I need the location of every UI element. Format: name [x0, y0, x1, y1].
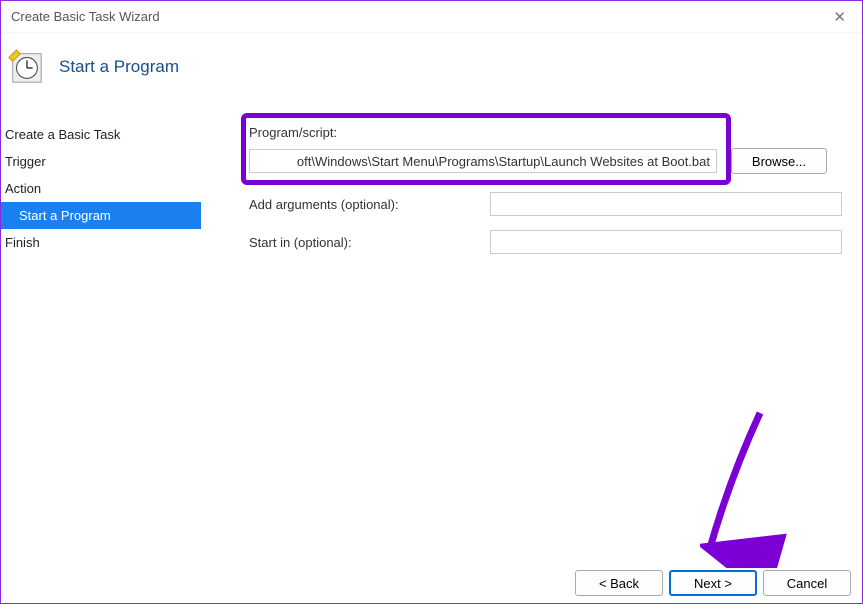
sidebar-item-start-a-program[interactable]: Start a Program	[1, 202, 201, 229]
add-arguments-label: Add arguments (optional):	[249, 197, 449, 212]
start-in-input[interactable]	[490, 230, 842, 254]
wizard-body: Create a Basic Task Trigger Action Start…	[1, 115, 862, 555]
wizard-steps-sidebar: Create a Basic Task Trigger Action Start…	[1, 115, 201, 555]
sidebar-item-create-basic-task[interactable]: Create a Basic Task	[1, 121, 201, 148]
wizard-footer: < Back Next > Cancel	[575, 570, 851, 596]
sidebar-item-finish[interactable]: Finish	[1, 229, 201, 256]
sidebar-item-action[interactable]: Action	[1, 175, 201, 202]
sidebar-item-trigger[interactable]: Trigger	[1, 148, 201, 175]
browse-button[interactable]: Browse...	[731, 148, 827, 174]
wizard-main-panel: Program/script: Browse... Add arguments …	[201, 115, 862, 555]
page-title: Start a Program	[59, 57, 179, 77]
program-script-input[interactable]	[249, 149, 717, 173]
cancel-button[interactable]: Cancel	[763, 570, 851, 596]
wizard-header: Start a Program	[1, 33, 862, 93]
back-button[interactable]: < Back	[575, 570, 663, 596]
program-script-label: Program/script:	[249, 125, 449, 140]
add-arguments-input[interactable]	[490, 192, 842, 216]
close-icon[interactable]: ✕	[825, 8, 854, 26]
clock-icon	[7, 48, 45, 86]
titlebar: Create Basic Task Wizard ✕	[1, 1, 862, 33]
start-in-label: Start in (optional):	[249, 235, 449, 250]
next-button[interactable]: Next >	[669, 570, 757, 596]
window-title: Create Basic Task Wizard	[11, 9, 160, 24]
